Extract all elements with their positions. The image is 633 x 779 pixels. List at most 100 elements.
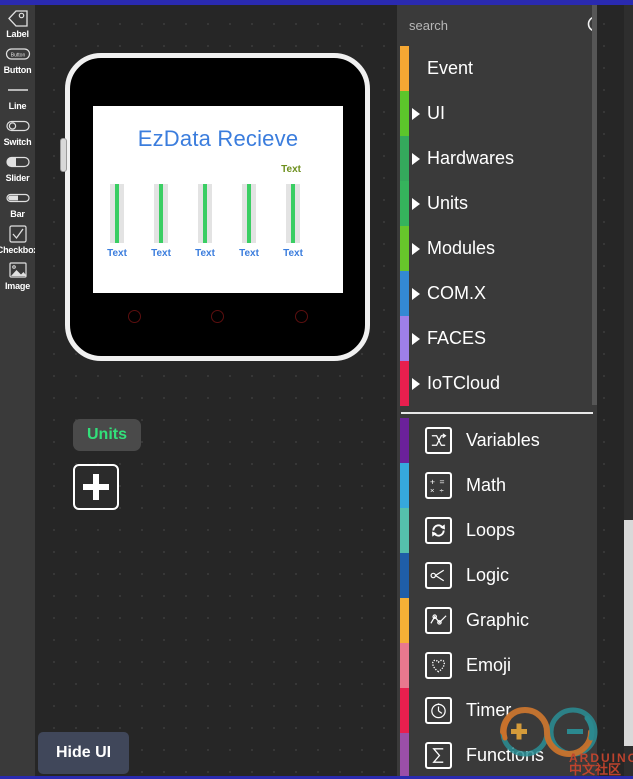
loops-icon — [425, 517, 452, 544]
hardware-button-a[interactable] — [128, 309, 142, 323]
block-logic[interactable]: Logic — [397, 553, 597, 598]
block-math[interactable]: + = × ÷ Math — [397, 463, 597, 508]
palette-scrollbar[interactable] — [592, 5, 597, 405]
category-iotcloud[interactable]: IoTCloud — [397, 361, 597, 406]
emoji-icon — [425, 652, 452, 679]
category-label: IoTCloud — [427, 373, 501, 393]
chevron-right-icon[interactable] — [412, 242, 420, 255]
screen-title: EzData Recieve — [137, 126, 299, 151]
tool-item-switch[interactable]: Switch — [0, 115, 35, 148]
bar-fill — [203, 184, 207, 243]
block-label: Graphic — [466, 610, 530, 630]
palette-search-row — [397, 5, 597, 46]
category-color-swatch — [400, 181, 409, 226]
device-screen: EzData Recieve Text Text Text Text Text … — [93, 106, 343, 293]
svg-text:=: = — [439, 477, 444, 487]
screen-caption-label: Text — [281, 164, 301, 175]
chevron-right-icon[interactable] — [412, 332, 420, 345]
bar-widget[interactable]: Text — [151, 184, 171, 259]
canvas-scrollbar-track[interactable] — [624, 5, 633, 779]
bar-fill — [247, 184, 251, 243]
category-label: Units — [427, 193, 469, 213]
image-icon — [3, 259, 33, 281]
block-timer[interactable]: Timer — [397, 688, 597, 733]
chevron-right-icon[interactable] — [412, 152, 420, 165]
category-faces[interactable]: FACES — [397, 316, 597, 361]
svg-text:÷: ÷ — [439, 486, 443, 495]
category-color-swatch — [400, 361, 409, 406]
category-color-swatch — [400, 136, 409, 181]
bar-widget-group: Text Text Text Text Text — [107, 184, 330, 259]
category-units[interactable]: Units — [397, 181, 597, 226]
logic-icon — [425, 562, 452, 589]
tool-item-button[interactable]: Button Button — [0, 43, 35, 76]
svg-text:×: × — [430, 486, 434, 495]
bar-fill — [291, 184, 295, 243]
block-label: Logic — [466, 565, 510, 585]
tool-item-slider[interactable]: Slider — [0, 151, 35, 184]
bar-widget[interactable]: Text — [107, 184, 127, 259]
tool-item-bar[interactable]: Bar — [0, 187, 35, 220]
block-color-swatch — [400, 688, 409, 733]
category-modules[interactable]: Modules — [397, 226, 597, 271]
button-icon: Button — [3, 43, 33, 65]
canvas-scrollbar-thumb[interactable] — [624, 520, 633, 746]
tool-label-text: Button — [3, 65, 32, 75]
chevron-right-icon[interactable] — [412, 377, 420, 390]
hide-ui-button[interactable]: Hide UI — [38, 732, 130, 774]
category-label: Hardwares — [427, 148, 515, 168]
category-event[interactable]: Event — [397, 46, 597, 91]
block-graphic[interactable]: Graphic — [397, 598, 597, 643]
hardware-button-c[interactable] — [294, 309, 308, 323]
palette-divider — [401, 412, 593, 414]
bar-widget[interactable]: Text — [239, 184, 259, 259]
category-hardwares[interactable]: Hardwares — [397, 136, 597, 181]
category-comx[interactable]: COM.X — [397, 271, 597, 316]
tool-label-text: Checkbox — [0, 245, 39, 255]
block-color-swatch — [400, 508, 409, 553]
device-hardware-buttons — [93, 304, 343, 328]
block-variables[interactable]: Variables — [397, 418, 597, 463]
variables-icon — [425, 427, 452, 454]
bar-widget[interactable]: Text — [283, 184, 303, 259]
bar-widget[interactable]: Text — [195, 184, 215, 259]
functions-icon — [425, 742, 452, 769]
category-color-swatch — [400, 46, 409, 91]
category-label: FACES — [427, 328, 487, 348]
chevron-right-icon[interactable] — [412, 197, 420, 210]
bar-fill — [115, 184, 119, 243]
category-label: COM.X — [427, 283, 487, 303]
tool-item-checkbox[interactable]: Checkbox — [0, 223, 39, 256]
tool-item-label[interactable]: Label — [0, 7, 35, 40]
bar-track — [198, 184, 212, 243]
block-emoji[interactable]: Emoji — [397, 643, 597, 688]
hardware-button-b[interactable] — [211, 309, 225, 323]
graphic-icon — [425, 607, 452, 634]
chevron-right-icon[interactable] — [412, 107, 420, 120]
block-label: Functions — [466, 745, 545, 765]
search-input[interactable] — [409, 18, 585, 33]
timer-icon — [425, 697, 452, 724]
block-color-swatch — [400, 418, 409, 463]
tool-item-line[interactable]: Line — [0, 79, 35, 112]
category-list: Event UI Hardwares Units Modules COM.X F… — [397, 46, 597, 778]
block-label: Emoji — [466, 655, 512, 675]
category-color-swatch — [400, 316, 409, 361]
category-color-swatch — [400, 91, 409, 136]
tool-item-image[interactable]: Image — [0, 259, 35, 292]
slider-icon — [3, 151, 33, 173]
category-ui[interactable]: UI — [397, 91, 597, 136]
tool-label-text: Bar — [10, 209, 25, 219]
add-block-button[interactable] — [73, 464, 119, 510]
math-icon: + = × ÷ — [425, 472, 452, 499]
device-side-button[interactable] — [60, 138, 67, 172]
block-label: Loops — [466, 520, 516, 540]
block-loops[interactable]: Loops — [397, 508, 597, 553]
block-functions[interactable]: Functions — [397, 733, 597, 778]
block-label: Timer — [466, 700, 512, 720]
units-block-chip[interactable]: Units — [73, 419, 141, 451]
chevron-right-icon[interactable] — [412, 287, 420, 300]
category-label: UI — [427, 103, 445, 123]
bar-label: Text — [151, 248, 171, 259]
block-color-swatch — [400, 598, 409, 643]
